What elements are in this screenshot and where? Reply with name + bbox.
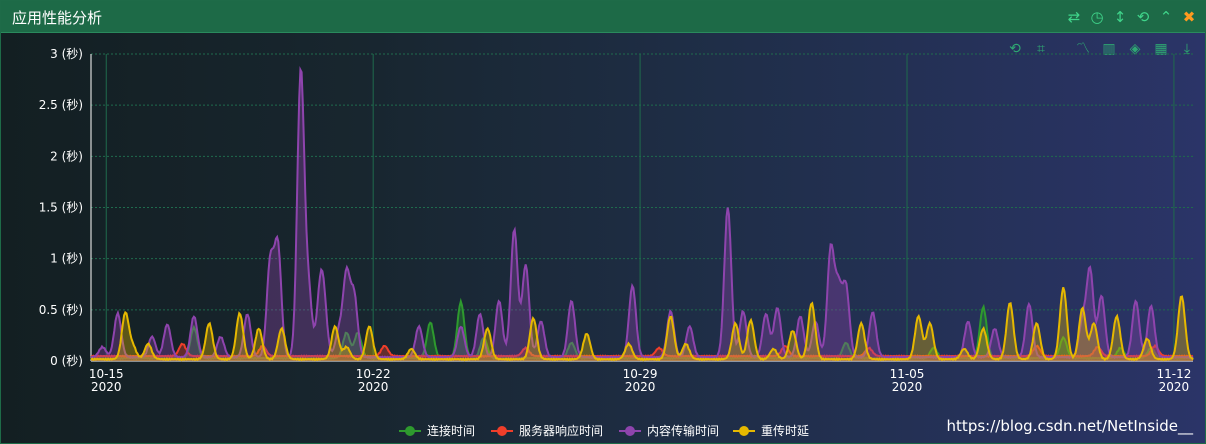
- legend-marker[interactable]: [405, 426, 415, 436]
- legend-label[interactable]: 连接时间: [427, 423, 475, 438]
- x-tick-label: 10-22: [356, 367, 391, 381]
- x-tick-label: 11-05: [890, 367, 925, 381]
- legend-label[interactable]: 重传时延: [761, 423, 809, 438]
- x-tick-year: 2020: [91, 380, 122, 394]
- legend-label[interactable]: 内容传输时间: [647, 423, 719, 438]
- chart-panel: 应用性能分析 ⇄ ◷ ↕ ⟲ ⌃ ✖ ⟲ ⌗ 〽 ▥ ◈ ▦ ⤓ 0 (秒) 0.…: [0, 0, 1206, 444]
- y-tick-label: 3 (秒): [50, 47, 83, 61]
- legend-marker[interactable]: [739, 426, 749, 436]
- legend-marker[interactable]: [625, 426, 635, 436]
- legend-label[interactable]: 服务器响应时间: [519, 423, 603, 438]
- x-tick-label: 10-29: [623, 367, 658, 381]
- x-tick-label: 11-12: [1156, 367, 1191, 381]
- x-tick-label: 10-15: [89, 367, 124, 381]
- x-tick-year: 2020: [625, 380, 656, 394]
- y-tick-label: 2.5 (秒): [39, 98, 83, 112]
- series-area-3: [91, 69, 1193, 362]
- series-line-3: [90, 66, 1194, 360]
- x-tick-year: 2020: [358, 380, 389, 394]
- y-tick-label: 2 (秒): [50, 149, 83, 163]
- x-tick-year: 2020: [1159, 380, 1190, 394]
- chart-svg: 0 (秒) 0.5 (秒) 1 (秒) 1.5 (秒) 2 (秒) 2.5 (秒) 3 (秒…: [39, 47, 1194, 438]
- y-tick-label: 0 (秒): [50, 354, 83, 368]
- legend-marker[interactable]: [497, 426, 507, 436]
- y-tick-label: 0.5 (秒): [39, 303, 83, 317]
- watermark-text: https://blog.csdn.net/NetInside__: [946, 417, 1193, 435]
- y-tick-label: 1 (秒): [50, 252, 83, 266]
- y-tick-label: 1.5 (秒): [39, 201, 83, 215]
- x-tick-year: 2020: [892, 380, 923, 394]
